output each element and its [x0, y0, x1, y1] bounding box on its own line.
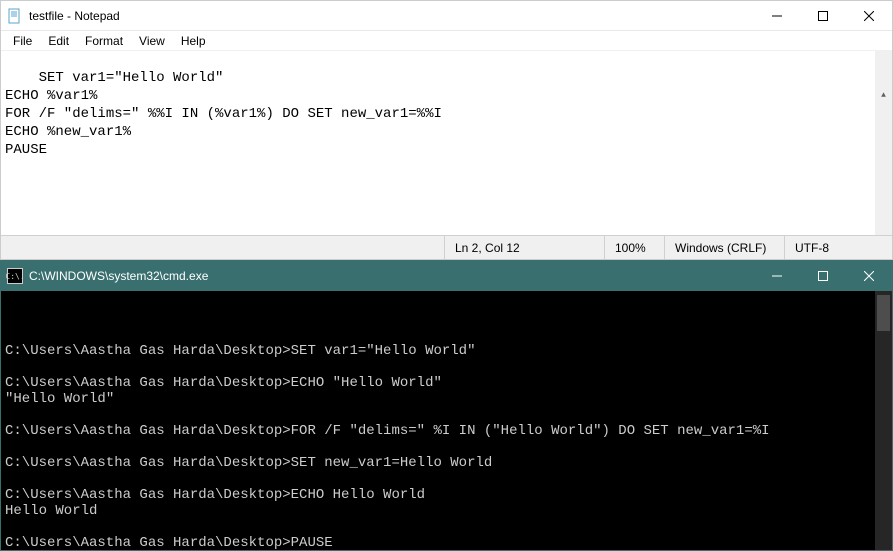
scroll-up-button[interactable]: ▲: [875, 87, 892, 104]
notepad-window: testfile - Notepad File Edit Format View…: [0, 0, 893, 260]
cmd-window-controls: [754, 261, 892, 291]
cmd-lines: C:\Users\Aastha Gas Harda\Desktop>SET va…: [5, 327, 888, 550]
cmd-window: C:\. C:\WINDOWS\system32\cmd.exe C:\User…: [0, 260, 893, 551]
cmd-titlebar[interactable]: C:\. C:\WINDOWS\system32\cmd.exe: [1, 261, 892, 291]
notepad-icon: [7, 8, 23, 24]
cmd-scroll-thumb[interactable]: [877, 295, 890, 331]
editor-area[interactable]: SET var1="Hello World" ECHO %var1% FOR /…: [1, 51, 892, 235]
window-controls: [754, 1, 892, 31]
status-position: Ln 2, Col 12: [444, 236, 604, 259]
cmd-maximize-button[interactable]: [800, 261, 846, 291]
cmd-output[interactable]: C:\Users\Aastha Gas Harda\Desktop>SET va…: [1, 291, 892, 550]
notepad-title: testfile - Notepad: [29, 9, 754, 23]
status-encoding: UTF-8: [784, 236, 892, 259]
cmd-minimize-button[interactable]: [754, 261, 800, 291]
menu-edit[interactable]: Edit: [40, 32, 77, 50]
cmd-scrollbar[interactable]: [875, 291, 892, 550]
menu-file[interactable]: File: [5, 32, 40, 50]
close-button[interactable]: [846, 1, 892, 31]
cmd-title: C:\WINDOWS\system32\cmd.exe: [29, 269, 754, 283]
maximize-button[interactable]: [800, 1, 846, 31]
editor-content: SET var1="Hello World" ECHO %var1% FOR /…: [5, 70, 442, 158]
menu-format[interactable]: Format: [77, 32, 131, 50]
cmd-close-button[interactable]: [846, 261, 892, 291]
status-zoom: 100%: [604, 236, 664, 259]
menu-view[interactable]: View: [131, 32, 173, 50]
notepad-titlebar[interactable]: testfile - Notepad: [1, 1, 892, 31]
statusbar: Ln 2, Col 12 100% Windows (CRLF) UTF-8: [1, 235, 892, 259]
minimize-button[interactable]: [754, 1, 800, 31]
notepad-menubar: File Edit Format View Help: [1, 31, 892, 51]
cmd-icon: C:\.: [7, 268, 23, 284]
vertical-scrollbar[interactable]: ▲: [875, 51, 892, 235]
menu-help[interactable]: Help: [173, 32, 214, 50]
status-eol: Windows (CRLF): [664, 236, 784, 259]
